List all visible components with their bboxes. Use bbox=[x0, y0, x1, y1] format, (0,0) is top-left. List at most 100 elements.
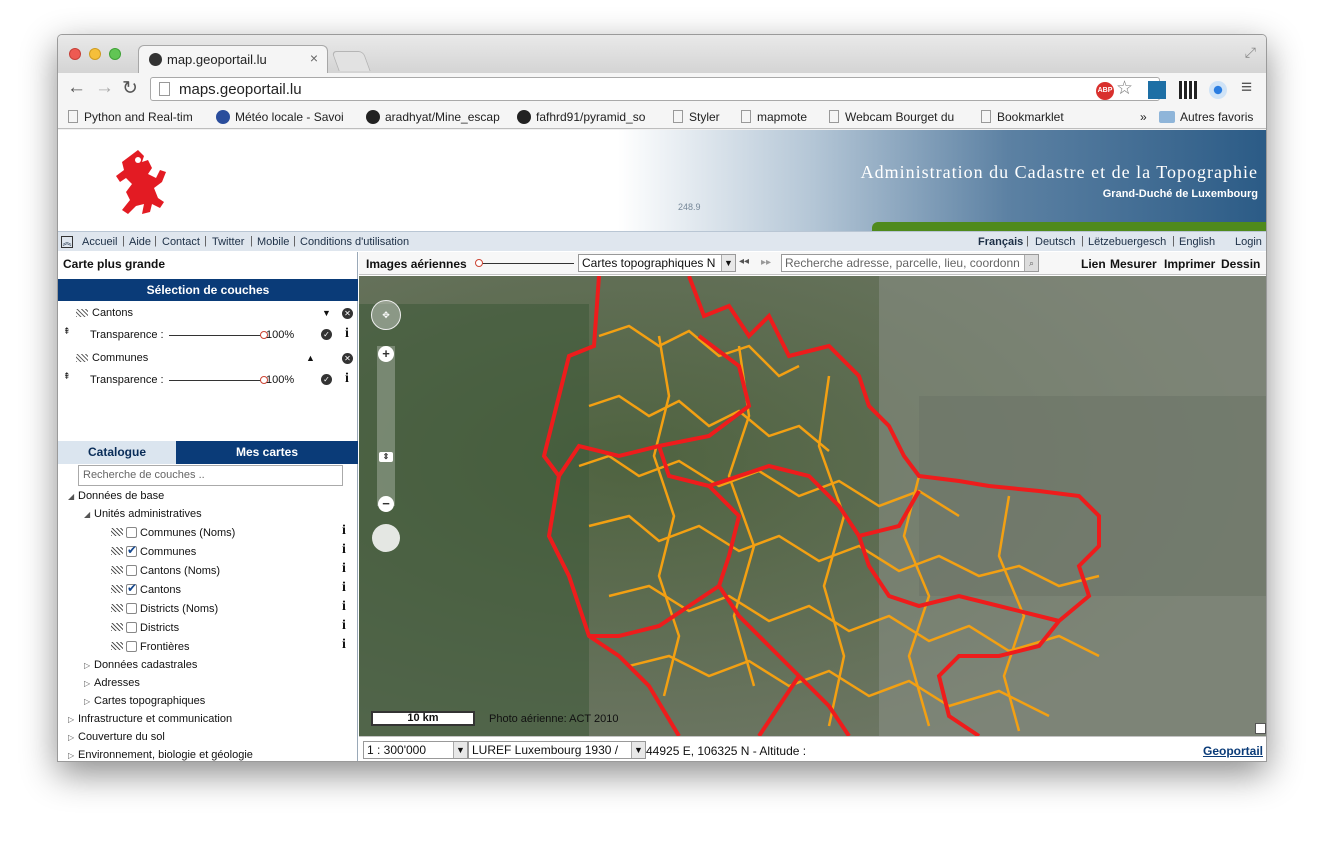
tree-folder[interactable]: ▷ Infrastructure et communication bbox=[68, 713, 232, 725]
address-bar[interactable]: maps.geoportail.lu bbox=[150, 77, 1160, 101]
close-tab-icon[interactable]: × bbox=[310, 50, 318, 66]
info-icon[interactable]: i bbox=[342, 523, 346, 539]
link-accueil[interactable]: Accueil bbox=[82, 236, 117, 248]
layer-checkbox[interactable] bbox=[126, 622, 137, 633]
forward-icon[interactable]: → bbox=[95, 77, 114, 99]
info-icon[interactable]: i bbox=[345, 371, 349, 387]
projection-select[interactable]: LUREF Luxembourg 1930 / ▼ bbox=[468, 741, 646, 759]
new-tab-button[interactable] bbox=[331, 51, 371, 71]
bookmark-item[interactable]: Styler bbox=[673, 110, 733, 124]
layer-checkbox[interactable] bbox=[126, 603, 137, 614]
info-icon[interactable]: i bbox=[342, 599, 346, 615]
tree-folder-unites-admin[interactable]: ◢ Unités administratives bbox=[84, 508, 202, 520]
info-icon[interactable]: i bbox=[342, 618, 346, 634]
link-button[interactable]: Lien bbox=[1081, 257, 1106, 271]
layer-search-input[interactable]: Recherche de couches .. bbox=[78, 465, 343, 486]
search-input[interactable]: Recherche adresse, parcelle, lieu, coord… bbox=[781, 254, 1039, 272]
zoom-in-button[interactable]: + bbox=[378, 346, 394, 362]
overview-map-toggle-icon[interactable] bbox=[1255, 723, 1266, 734]
bookmark-item[interactable]: fafhrd91/pyramid_so bbox=[517, 110, 657, 124]
base-layer-opacity-slider[interactable] bbox=[475, 259, 574, 267]
bookmark-item[interactable]: Bookmarklet bbox=[981, 110, 1081, 124]
extension-circle-icon[interactable] bbox=[1209, 81, 1227, 99]
lang-letzebuergesch[interactable]: Lëtzebuergesch bbox=[1088, 236, 1166, 248]
info-icon[interactable]: i bbox=[342, 542, 346, 558]
remove-layer-icon[interactable]: ✕ bbox=[342, 353, 353, 364]
tree-layer-item[interactable]: Frontières bbox=[111, 641, 190, 653]
tree-layer-item[interactable]: Communes bbox=[111, 543, 196, 558]
link-contact[interactable]: Contact bbox=[162, 236, 200, 248]
minimize-window-button[interactable] bbox=[89, 48, 101, 60]
tree-folder[interactable]: ▷ Couverture du sol bbox=[68, 731, 165, 743]
search-icon[interactable]: ⌕ bbox=[1024, 255, 1038, 271]
reload-icon[interactable]: ↻ bbox=[122, 77, 138, 100]
link-conditions[interactable]: Conditions d'utilisation bbox=[300, 236, 409, 248]
link-aide[interactable]: Aide bbox=[129, 236, 151, 248]
bigger-map-link[interactable]: Carte plus grande bbox=[63, 257, 165, 271]
luxembourg-extent-icon[interactable] bbox=[372, 524, 400, 552]
map-viewport[interactable]: ✥ + ⇕ − 10 km Photo aérienne: ACT 2010 bbox=[359, 276, 1266, 736]
info-icon[interactable]: i bbox=[342, 637, 346, 653]
tree-layer-item[interactable]: Districts bbox=[111, 622, 179, 634]
info-icon[interactable]: i bbox=[342, 561, 346, 577]
bookmarks-overflow[interactable]: » bbox=[1140, 110, 1147, 124]
tree-folder-donnees-de-base[interactable]: ◢ Données de base bbox=[68, 490, 164, 502]
bookmark-item[interactable]: Météo locale - Savoi bbox=[216, 110, 351, 124]
layer-options-toggle-icon[interactable]: ⇞ bbox=[63, 326, 71, 337]
layer-ok-icon[interactable]: ✓ bbox=[321, 374, 332, 385]
qr-code-icon[interactable] bbox=[1179, 81, 1197, 99]
bookmark-item[interactable]: aradhyat/Mine_escap bbox=[366, 110, 506, 124]
tree-folder[interactable]: ▷ Environnement, biologie et géologie bbox=[68, 749, 253, 761]
measure-button[interactable]: Mesurer bbox=[1110, 257, 1157, 271]
collapse-header-icon[interactable]: ︽ bbox=[61, 236, 73, 248]
draw-button[interactable]: Dessin bbox=[1221, 257, 1260, 271]
close-window-button[interactable] bbox=[69, 48, 81, 60]
tab-mes-cartes[interactable]: Mes cartes bbox=[176, 441, 358, 464]
fullscreen-icon[interactable]: ⤢ bbox=[1245, 44, 1256, 61]
tab-catalogue[interactable]: Catalogue bbox=[58, 441, 176, 464]
extension-icon[interactable] bbox=[1148, 81, 1166, 99]
layer-checkbox[interactable] bbox=[126, 527, 137, 538]
link-twitter[interactable]: Twitter bbox=[212, 236, 244, 248]
login-link[interactable]: Login bbox=[1235, 236, 1262, 248]
previous-icon[interactable]: ◂◂ bbox=[739, 256, 749, 267]
layer-ok-icon[interactable]: ✓ bbox=[321, 329, 332, 340]
lang-english[interactable]: English bbox=[1179, 236, 1215, 248]
link-mobile[interactable]: Mobile bbox=[257, 236, 289, 248]
scale-select[interactable]: 1 : 300'000 ▼ bbox=[363, 741, 468, 759]
bookmark-item[interactable]: Webcam Bourget du bbox=[829, 110, 959, 124]
back-icon[interactable]: ← bbox=[67, 77, 86, 99]
layer-options-toggle-icon[interactable]: ⇞ bbox=[63, 371, 71, 382]
zoom-slider-handle[interactable]: ⇕ bbox=[379, 452, 393, 462]
info-icon[interactable]: i bbox=[345, 326, 349, 342]
tree-folder[interactable]: ▷ Adresses bbox=[84, 677, 140, 689]
geoportail-link[interactable]: Geoportail bbox=[1203, 744, 1263, 758]
print-button[interactable]: Imprimer bbox=[1164, 257, 1215, 271]
move-layer-up-icon[interactable]: ▲ bbox=[306, 353, 315, 363]
slider-handle[interactable] bbox=[475, 259, 483, 267]
bookmark-item[interactable]: mapmote bbox=[741, 110, 816, 124]
zoom-slider-track[interactable] bbox=[377, 346, 395, 506]
tree-layer-item[interactable]: Districts (Noms) bbox=[111, 603, 218, 615]
pan-control[interactable]: ✥ bbox=[371, 300, 401, 330]
zoom-out-button[interactable]: − bbox=[378, 496, 394, 512]
layer-checkbox[interactable] bbox=[126, 581, 137, 595]
tree-folder[interactable]: ▷ Cartes topographiques bbox=[84, 695, 205, 707]
info-icon[interactable]: i bbox=[342, 580, 346, 596]
tree-layer-item[interactable]: Communes (Noms) bbox=[111, 527, 235, 539]
tree-folder[interactable]: ▷ Données cadastrales bbox=[84, 659, 197, 671]
bookmark-item[interactable]: Python and Real-tim bbox=[68, 110, 203, 124]
transparency-slider[interactable] bbox=[169, 376, 268, 384]
move-layer-down-icon[interactable]: ▼ bbox=[322, 308, 331, 318]
other-bookmarks-folder[interactable]: Autres favoris bbox=[1159, 110, 1253, 124]
browser-tab[interactable]: map.geoportail.lu × bbox=[138, 45, 328, 73]
transparency-slider[interactable] bbox=[169, 331, 268, 339]
layer-checkbox[interactable] bbox=[126, 565, 137, 576]
lang-deutsch[interactable]: Deutsch bbox=[1035, 236, 1075, 248]
menu-icon[interactable]: ≡ bbox=[1241, 77, 1252, 99]
bookmark-star-icon[interactable]: ☆ bbox=[1116, 77, 1133, 100]
lang-francais[interactable]: Français bbox=[978, 236, 1023, 248]
tree-layer-item[interactable]: Cantons bbox=[111, 581, 181, 596]
layer-checkbox[interactable] bbox=[126, 641, 137, 652]
overlay-layer-select[interactable]: Cartes topographiques N ▼ bbox=[578, 254, 736, 272]
